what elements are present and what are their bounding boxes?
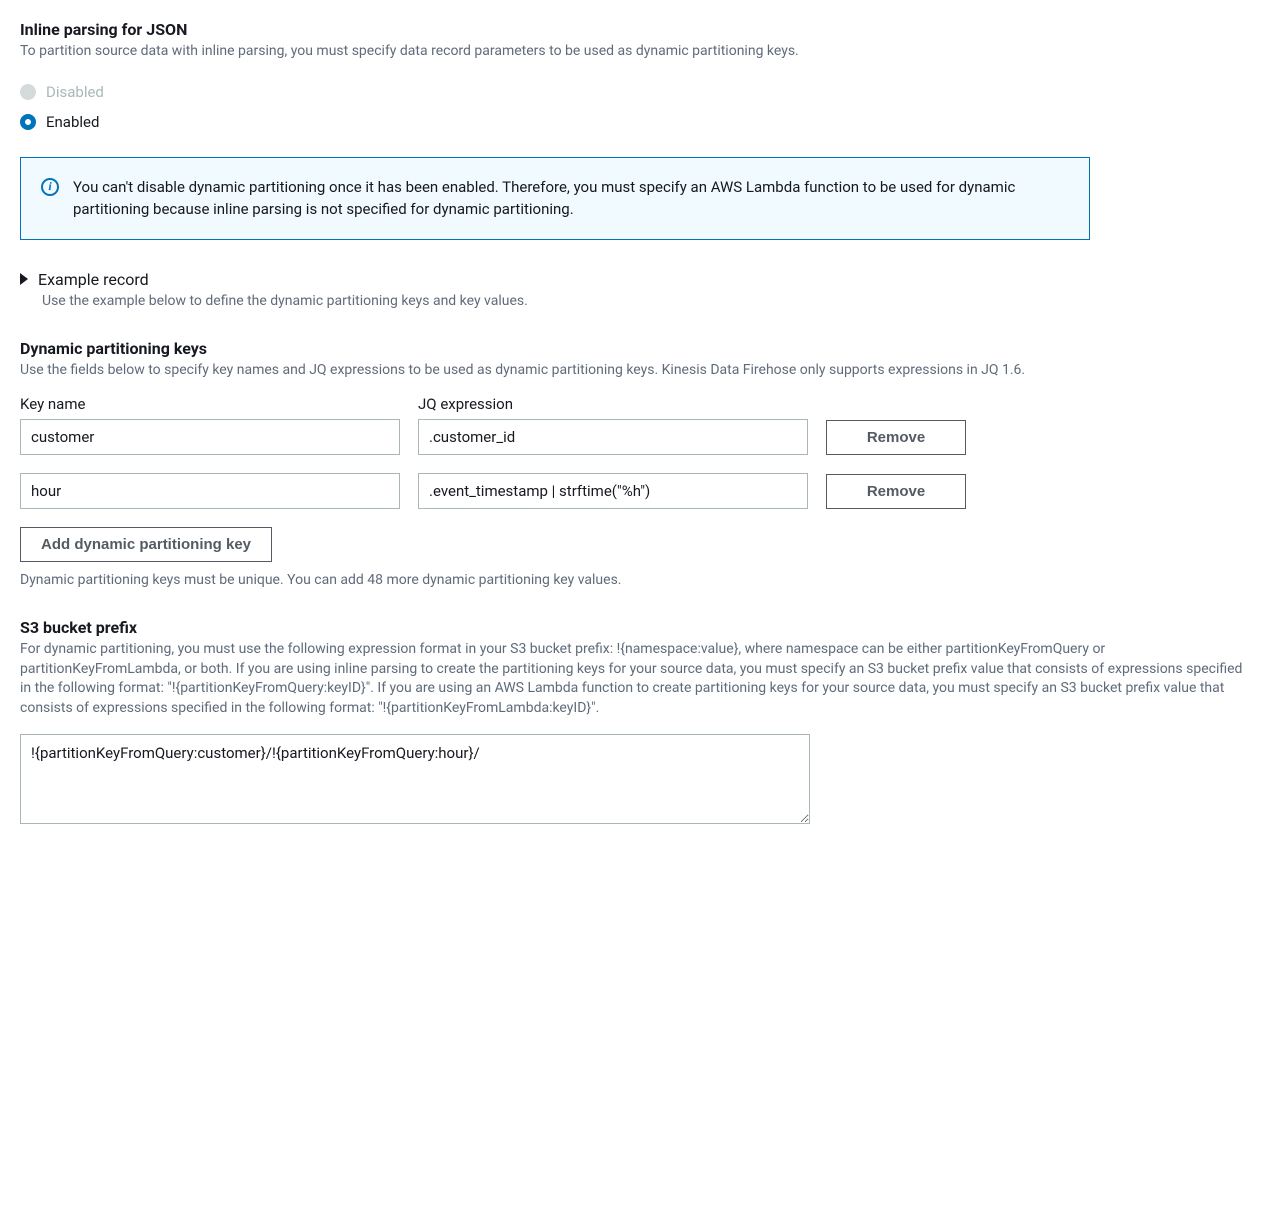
radio-label-enabled: Enabled (46, 113, 99, 131)
s3-prefix-desc: For dynamic partitioning, you must use t… (20, 640, 1254, 718)
jq-expression-input[interactable] (418, 419, 808, 455)
jq-expression-input[interactable] (418, 473, 808, 509)
remove-button[interactable]: Remove (826, 420, 966, 455)
dynamic-keys-section: Dynamic partitioning keys Use the fields… (20, 339, 1254, 589)
add-dynamic-key-button[interactable]: Add dynamic partitioning key (20, 527, 272, 562)
key-row: Remove (20, 473, 1254, 509)
dynamic-keys-desc: Use the fields below to specify key name… (20, 361, 1254, 381)
dynamic-keys-title: Dynamic partitioning keys (20, 339, 1254, 358)
inline-parsing-radio-group: Disabled Enabled (20, 77, 1254, 137)
info-icon (41, 178, 59, 196)
inline-parsing-title: Inline parsing for JSON (20, 20, 1254, 39)
remove-button[interactable]: Remove (826, 474, 966, 509)
dynamic-keys-hint: Dynamic partitioning keys must be unique… (20, 572, 1254, 588)
s3-prefix-section: S3 bucket prefix For dynamic partitionin… (20, 618, 1254, 827)
s3-prefix-title: S3 bucket prefix (20, 618, 1254, 637)
radio-icon-selected (20, 114, 36, 130)
info-alert: You can't disable dynamic partitioning o… (20, 157, 1090, 240)
keys-columns-header: Key name JQ expression (20, 395, 1254, 413)
radio-option-enabled[interactable]: Enabled (20, 107, 1254, 137)
inline-parsing-desc: To partition source data with inline par… (20, 42, 1254, 62)
key-name-input[interactable] (20, 473, 400, 509)
example-record-title: Example record (38, 270, 149, 289)
key-name-input[interactable] (20, 419, 400, 455)
radio-option-disabled: Disabled (20, 77, 1254, 107)
info-alert-text: You can't disable dynamic partitioning o… (73, 176, 1069, 221)
key-name-label: Key name (20, 395, 400, 413)
radio-label-disabled: Disabled (46, 83, 104, 101)
radio-icon-disabled (20, 84, 36, 100)
caret-right-icon (20, 273, 28, 285)
jq-expression-label: JQ expression (418, 395, 808, 413)
key-row: Remove (20, 419, 1254, 455)
example-record-desc: Use the example below to define the dyna… (42, 293, 1254, 309)
s3-prefix-input[interactable] (20, 734, 810, 824)
inline-parsing-section: Inline parsing for JSON To partition sou… (20, 20, 1254, 137)
example-record-expander[interactable]: Example record (20, 270, 1254, 289)
